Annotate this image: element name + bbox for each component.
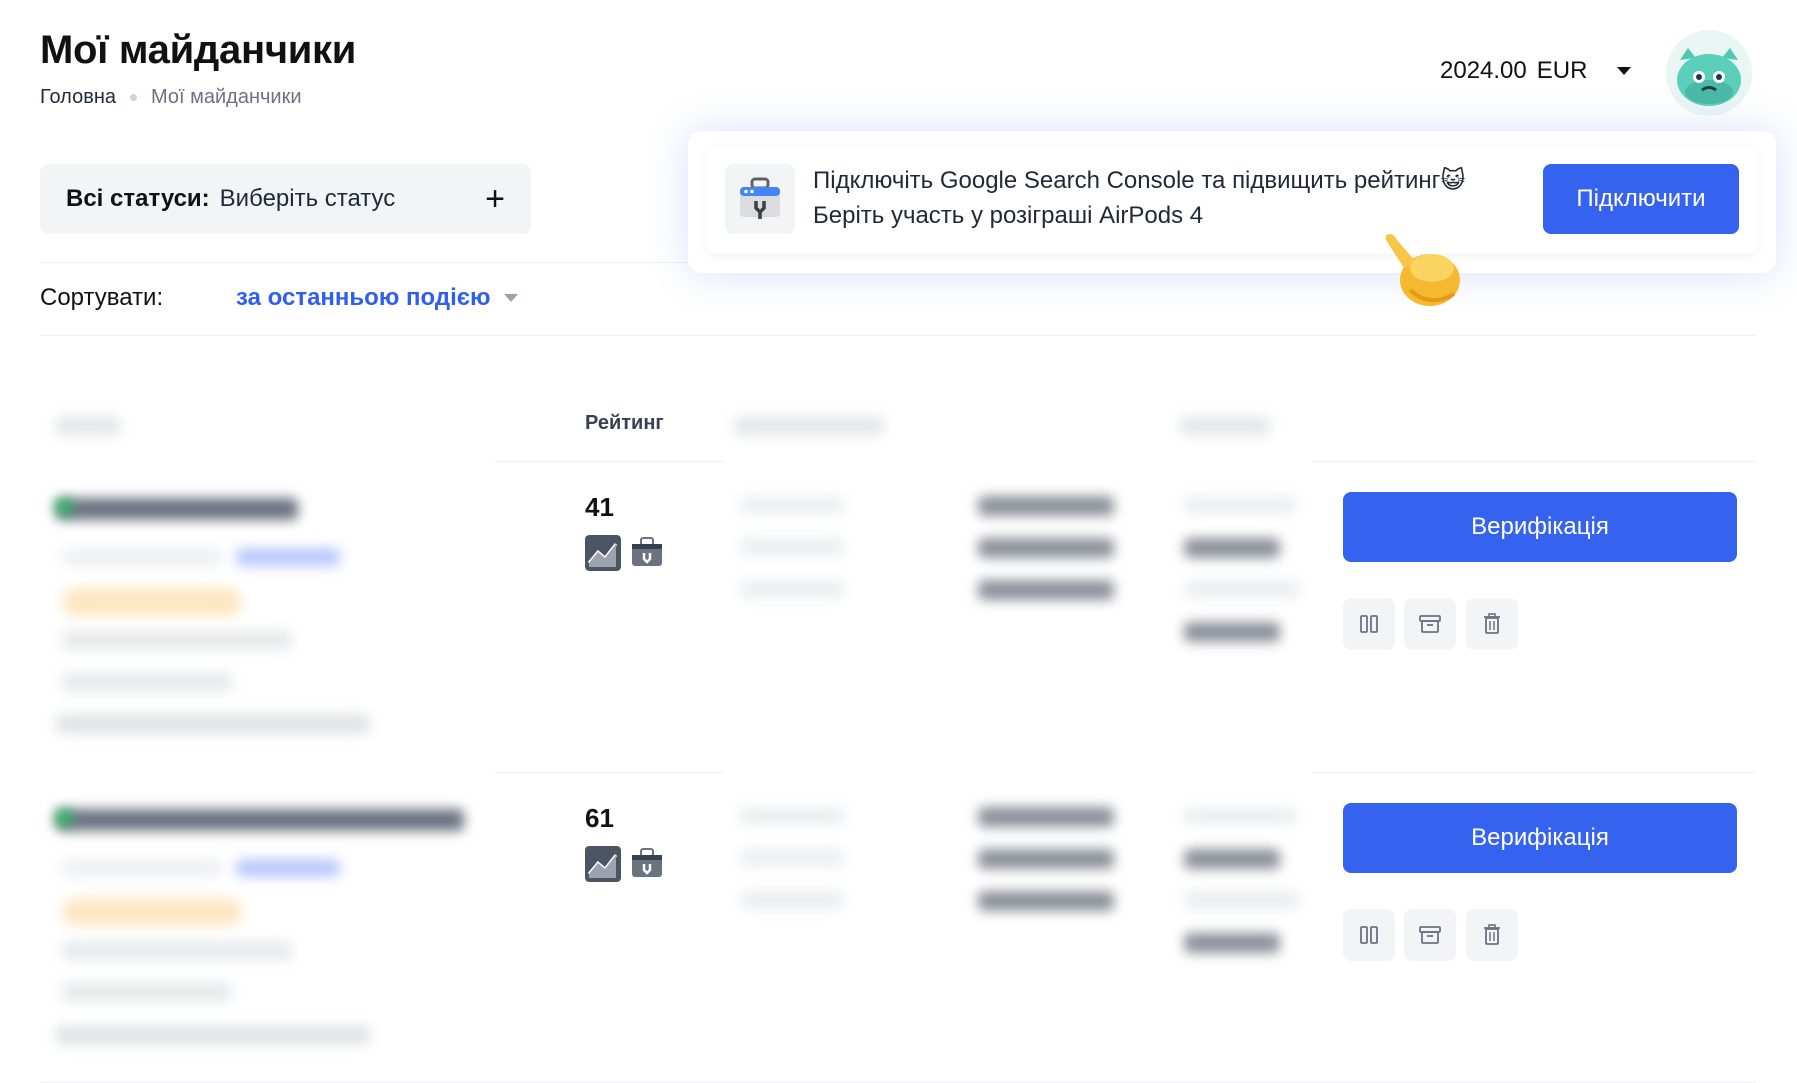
blurred-value xyxy=(1184,933,1280,953)
blurred-value xyxy=(1184,849,1280,869)
blurred-text xyxy=(62,859,222,877)
blurred-text xyxy=(62,941,292,961)
monster-avatar-icon xyxy=(1666,30,1752,116)
blurred-value xyxy=(978,496,1114,516)
blurred-text xyxy=(740,538,844,556)
archive-button[interactable] xyxy=(1404,598,1456,650)
blurred-value xyxy=(1184,538,1280,558)
blurred-text xyxy=(740,891,844,909)
archive-button[interactable] xyxy=(1404,909,1456,961)
breadcrumb-current: Мої майданчики xyxy=(151,86,302,108)
search-console-icon[interactable] xyxy=(629,535,665,571)
search-console-icon[interactable] xyxy=(629,846,665,882)
blurred-text xyxy=(740,807,844,825)
pause-button[interactable] xyxy=(1343,598,1395,650)
blurred-text xyxy=(62,630,292,650)
blurred-text xyxy=(740,496,844,514)
balance-amount: 2024.00 xyxy=(1440,57,1527,84)
breadcrumb: Головна Мої майданчики xyxy=(40,86,302,109)
divider xyxy=(1312,772,1756,773)
plus-icon[interactable]: + xyxy=(485,182,505,216)
blurred-text xyxy=(62,548,222,566)
divider xyxy=(494,461,724,462)
page-title: Мої майданчики xyxy=(40,28,357,72)
sort-label: Сортувати: xyxy=(40,284,164,311)
balance-currency: EUR xyxy=(1536,57,1588,84)
rating-icons xyxy=(585,535,665,571)
divider xyxy=(494,772,724,773)
breadcrumb-separator xyxy=(130,94,137,101)
verify-button[interactable]: Верифікація xyxy=(1343,492,1737,562)
breadcrumb-home[interactable]: Головна xyxy=(40,86,116,109)
search-console-icon xyxy=(740,177,780,219)
blurred-text xyxy=(740,580,844,598)
promo-card: Підключіть Google Search Console та підв… xyxy=(707,146,1757,254)
delete-button[interactable] xyxy=(1466,909,1518,961)
analytics-chart-icon[interactable] xyxy=(585,535,621,571)
chevron-down-icon xyxy=(504,294,519,302)
trash-icon xyxy=(1484,613,1500,634)
balance-dropdown[interactable]: 2024.00 EUR xyxy=(1440,57,1632,85)
divider xyxy=(1312,461,1756,462)
delete-button[interactable] xyxy=(1466,598,1518,650)
pause-icon xyxy=(1360,615,1378,633)
avatar[interactable] xyxy=(1666,30,1752,116)
blurred-value xyxy=(978,580,1114,600)
archive-icon xyxy=(1419,926,1441,944)
divider xyxy=(40,335,1756,336)
chevron-down-icon xyxy=(1617,67,1632,75)
blurred-text xyxy=(1184,580,1300,598)
blurred-value xyxy=(978,807,1114,827)
blurred-text xyxy=(1184,891,1300,909)
status-filter-value: Виберіть статус xyxy=(219,185,396,212)
analytics-chart-icon[interactable] xyxy=(585,846,621,882)
status-filter[interactable]: Всі статуси: Виберіть статус + xyxy=(40,164,531,234)
blurred-text xyxy=(62,982,232,1002)
pause-icon xyxy=(1360,926,1378,944)
blurred-text xyxy=(56,1025,370,1045)
blurred-text xyxy=(62,672,232,692)
blurred-value xyxy=(978,849,1114,869)
promo-title: Підключіть Google Search Console та підв… xyxy=(813,166,1465,195)
trash-icon xyxy=(1484,924,1500,945)
blurred-value xyxy=(978,538,1114,558)
promo-subtitle: Беріть участь у розіграші AirPods 4 xyxy=(813,202,1204,229)
site-name-blurred xyxy=(56,809,464,831)
sort-dropdown[interactable]: за останньою подією xyxy=(236,284,519,312)
blurred-text xyxy=(56,714,370,734)
blurred-value xyxy=(1184,622,1280,642)
blurred-text xyxy=(1184,496,1296,514)
table-header-blurred xyxy=(734,416,884,436)
blurred-value xyxy=(978,891,1114,911)
table-header-blurred xyxy=(1180,416,1270,436)
rating-value: 41 xyxy=(585,492,614,522)
status-dot xyxy=(56,810,72,826)
rating-icons xyxy=(585,846,665,882)
pointing-hand-icon xyxy=(1380,228,1470,312)
search-console-logo xyxy=(725,164,795,234)
verify-button[interactable]: Верифікація xyxy=(1343,803,1737,873)
blurred-link xyxy=(236,548,340,566)
connect-button[interactable]: Підключити xyxy=(1543,164,1739,234)
blurred-badge xyxy=(62,588,242,616)
rating-value: 61 xyxy=(585,803,614,833)
status-filter-label: Всі статуси: xyxy=(66,185,210,212)
archive-icon xyxy=(1419,615,1441,633)
cat-emoji-icon: 😺 xyxy=(1440,167,1466,194)
blurred-text xyxy=(1184,807,1296,825)
site-name-blurred xyxy=(56,498,298,520)
promo-title-text: Підключіть Google Search Console та підв… xyxy=(813,167,1441,194)
sort-value: за останньою подією xyxy=(236,284,491,311)
pause-button[interactable] xyxy=(1343,909,1395,961)
blurred-text xyxy=(740,849,844,867)
table-header-rating: Рейтинг xyxy=(585,412,664,434)
blurred-badge xyxy=(62,898,242,926)
status-dot xyxy=(56,499,72,515)
blurred-link xyxy=(236,859,340,877)
table-header-blurred xyxy=(56,416,120,436)
